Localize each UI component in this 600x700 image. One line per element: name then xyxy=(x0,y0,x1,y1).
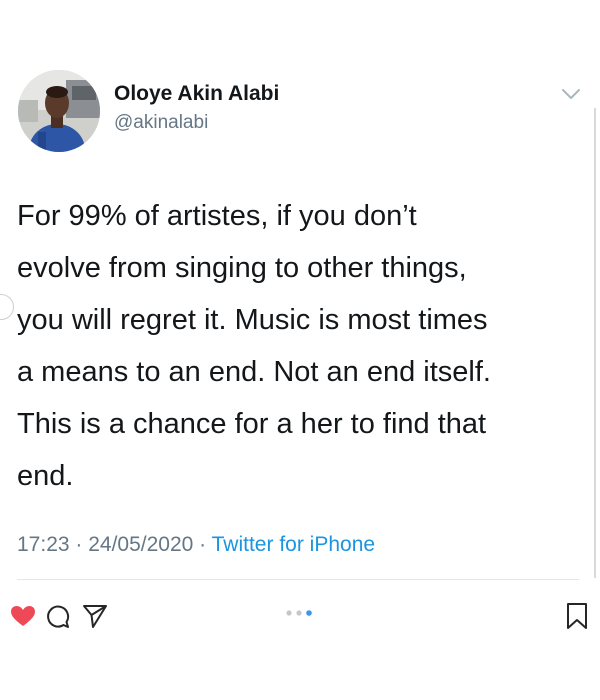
avatar-photo xyxy=(18,70,100,152)
author-handle[interactable]: @akinalabi xyxy=(114,112,208,134)
tweet-source-link[interactable]: Twitter for iPhone xyxy=(212,533,375,556)
tweet-meta: 17:23 · 24/05/2020 · Twitter for iPhone xyxy=(17,533,375,557)
previous-slide-button[interactable] xyxy=(0,294,14,320)
meta-separator: · xyxy=(193,533,212,556)
carousel-dot xyxy=(296,610,302,616)
tweet-time: 17:23 xyxy=(17,533,70,556)
tweet-text: For 99% of artistes, if you don’t evolve… xyxy=(17,200,491,492)
bookmark-icon[interactable] xyxy=(565,602,589,630)
share-icon[interactable] xyxy=(82,603,108,629)
author-avatar[interactable] xyxy=(18,70,100,152)
divider xyxy=(17,579,579,580)
post-screen: Oloye Akin Alabi @akinalabi For 99% of a… xyxy=(0,0,600,700)
chevron-down-icon[interactable] xyxy=(558,84,584,104)
action-bar xyxy=(0,590,600,650)
heart-icon[interactable] xyxy=(10,605,36,627)
scroll-edge xyxy=(594,108,596,578)
carousel-dot-active xyxy=(306,610,312,616)
carousel-dot xyxy=(286,610,292,616)
comment-icon[interactable] xyxy=(45,604,71,630)
tweet-card: Oloye Akin Alabi @akinalabi For 99% of a… xyxy=(0,0,600,590)
tweet-date: 24/05/2020 xyxy=(88,533,194,556)
meta-separator: · xyxy=(69,533,89,556)
author-name[interactable]: Oloye Akin Alabi xyxy=(114,82,279,106)
carousel-dots-icon xyxy=(286,610,312,616)
